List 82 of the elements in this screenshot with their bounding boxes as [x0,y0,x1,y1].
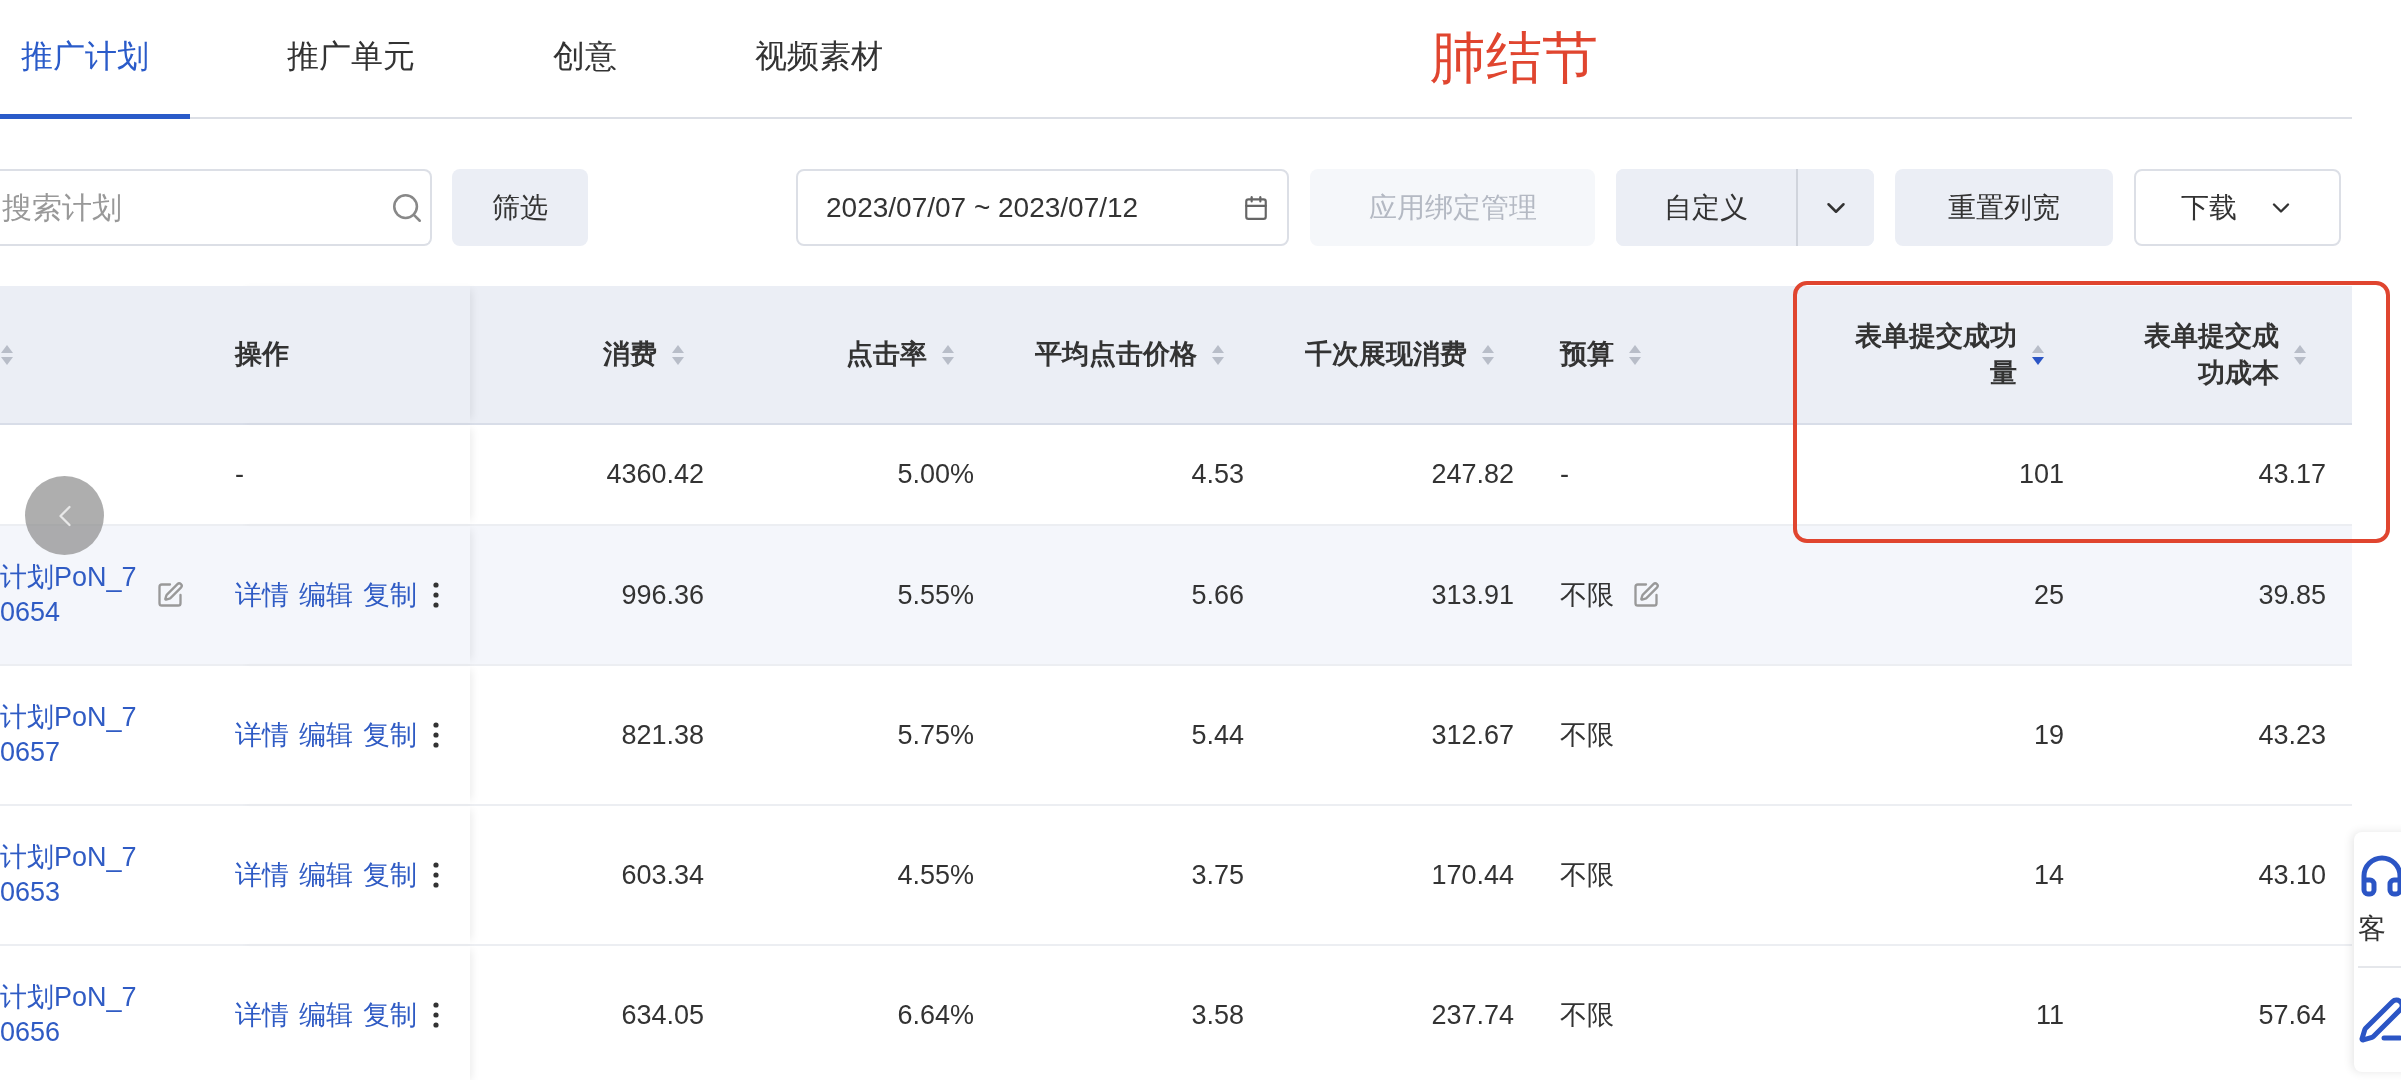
table-cell: 57.64 [2258,999,2326,1031]
customize-button[interactable]: 自定义 [1616,169,1798,246]
column-header: 平均点击价格 [1035,338,1197,372]
annotation-text: 肺结节 [1430,24,1598,91]
table-cell: 5.75% [897,719,974,751]
table-cell: - [235,459,244,490]
table-cell: 14 [2033,859,2064,891]
column-header: 预算 [1560,338,1614,372]
table-cell: 5.66 [1191,579,1244,611]
table-cell: 4360.42 [606,459,704,490]
edit-icon[interactable] [1632,581,1660,609]
search-input[interactable]: 搜索计划 [0,189,390,226]
table-cell: 39.85 [2258,579,2326,611]
plan-name-link[interactable]: 计划PoN_70654 [0,559,140,631]
action-link[interactable]: 详情 [235,577,289,613]
table-cell: 312.67 [1431,719,1514,751]
table-cell: - [1560,459,1569,490]
date-range-field[interactable]: 2023/07/07 ~ 2023/07/12 [796,169,1289,246]
column-header: 操作 [235,338,289,372]
table-cell-text: 不限 [1560,579,1614,612]
action-link[interactable]: 复制 [363,717,417,753]
table-cell: 5.44 [1191,719,1244,751]
table-cell: 4.53 [1191,459,1244,490]
table-cell: 247.82 [1431,459,1514,490]
tab[interactable]: 推广计划 [0,0,190,119]
table-cell: 3.75 [1191,859,1244,891]
filter-button[interactable]: 筛选 [452,169,588,246]
more-icon[interactable] [433,1002,439,1028]
column-header: 点击率 [846,338,927,372]
table-cell-text: 不限 [1560,719,1614,752]
download-button[interactable]: 下载 [2134,169,2341,246]
tab[interactable]: 视频素材 [714,0,924,119]
table-cell: 5.00% [897,459,974,490]
table-cell: 25 [2033,579,2064,611]
table-cell: 5.55% [897,579,974,611]
reset-width-button[interactable]: 重置列宽 [1895,169,2113,246]
search-field[interactable]: 搜索计划 [0,169,432,246]
table-cell: 43.10 [2258,859,2326,891]
table-cell: 634.05 [621,999,704,1031]
more-icon[interactable] [433,862,439,888]
action-link[interactable]: 复制 [363,577,417,613]
column-header: 表单提交成功成本 [2143,320,2279,390]
table-cell: 43.23 [2258,719,2326,751]
action-link[interactable]: 详情 [235,997,289,1033]
column-header: 表单提交成功量 [1854,320,2017,390]
table-cell-text: 不限 [1560,859,1614,892]
action-link[interactable]: 详情 [235,857,289,893]
table-cell: 19 [2033,719,2064,751]
action-link[interactable]: 编辑 [299,717,353,753]
pen-icon[interactable] [2358,996,2401,1044]
edit-icon[interactable] [156,581,184,609]
date-range-text: 2023/07/07 ~ 2023/07/12 [826,191,1139,224]
calendar-icon[interactable] [1243,194,1269,221]
table-cell: 821.38 [621,719,704,751]
table-cell: 101 [2018,459,2064,490]
plan-name-link[interactable]: 计划PoN_70653 [0,839,140,911]
table-cell: 43.17 [2258,459,2326,490]
plan-name-link[interactable]: 计划PoN_70656 [0,979,140,1051]
table-cell: 603.34 [621,859,704,891]
service-label[interactable]: 客 [2358,910,2386,948]
table-cell: 313.91 [1431,579,1514,611]
plan-name-link[interactable]: 计划PoN_70657 [0,699,140,771]
table-cell: 237.74 [1431,999,1514,1031]
tab[interactable]: 创意 [512,0,658,119]
more-icon[interactable] [433,722,439,748]
action-link[interactable]: 编辑 [299,857,353,893]
table-cell: 11 [2035,999,2064,1031]
table-cell: 996.36 [621,579,704,611]
table-cell: 6.64% [897,999,974,1031]
column-header: 消费 [603,338,657,372]
action-link[interactable]: 编辑 [299,577,353,613]
more-icon[interactable] [433,582,439,608]
column-header: 千次展现消费 [1305,338,1467,372]
table-cell: 3.58 [1191,999,1244,1031]
tab[interactable]: 推广单元 [246,0,456,119]
table-cell: 4.55% [897,859,974,891]
table-cell: 170.44 [1431,859,1514,891]
table-cell-text: 不限 [1560,999,1614,1032]
action-link[interactable]: 复制 [363,997,417,1033]
action-link[interactable]: 详情 [235,717,289,753]
action-link[interactable]: 复制 [363,857,417,893]
action-link[interactable]: 编辑 [299,997,353,1033]
